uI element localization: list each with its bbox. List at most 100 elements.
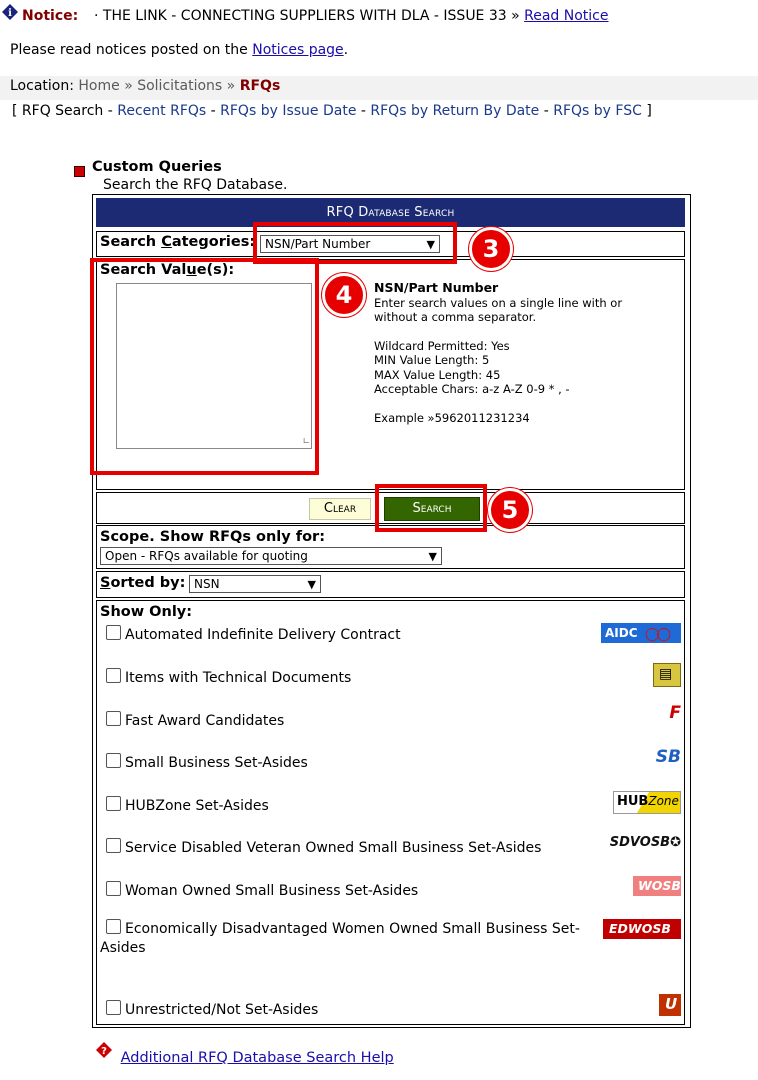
sorted-label-post: orted by: [110, 575, 186, 591]
subnav-dash: - [360, 103, 366, 119]
info-acceptable-chars: Acceptable Chars: a-z A-Z 0-9 * , - [374, 382, 570, 396]
info-diamond-icon: i [2, 4, 18, 20]
breadcrumb-separator: » [124, 78, 133, 94]
option-label: Woman Owned Small Business Set-Asides [125, 883, 419, 899]
breadcrumb-solicitations-link[interactable]: Solicitations [137, 78, 222, 94]
notice-message: · THE LINK - CONNECTING SUPPLIERS WITH D… [94, 8, 520, 24]
option-edwosb[interactable]: Economically Disadvantaged Women Owned S… [100, 919, 600, 958]
option-sdvosb[interactable]: Service Disabled Veteran Owned Small Bus… [106, 838, 541, 856]
subnav-by-return-date-link[interactable]: RFQs by Return By Date [370, 103, 539, 119]
callout-badge-3: 3 [469, 227, 513, 271]
edwosb-logo-icon: EDWOSB [603, 919, 681, 939]
wosb-checkbox[interactable] [106, 881, 121, 896]
document-glyph-icon: ▤ [659, 666, 673, 682]
edwosb-logo-text: EDWOSB [609, 921, 671, 936]
help-row: ? Additional RFQ Database Search Help [96, 1042, 394, 1066]
subnav-rfq-search: RFQ Search [21, 103, 104, 119]
option-hubzone[interactable]: HUBZone Set-Asides [106, 796, 269, 814]
aidc-logo-icon: AIDC ◯◯ [601, 623, 681, 643]
rings-icon: ◯◯ [645, 627, 671, 642]
scope-selected-value: Open - RFQs available for quoting [105, 549, 308, 563]
search-info: NSN/Part Number Enter search values on a… [374, 280, 622, 425]
option-label: Small Business Set-Asides [125, 755, 308, 771]
unrestricted-logo-icon: U [659, 994, 681, 1016]
technical-documents-checkbox[interactable] [106, 668, 121, 683]
breadcrumb-bar: Location: Home » Solicitations » RFQs [0, 76, 758, 100]
hubzone-logo-text: HUBZone [617, 794, 679, 809]
chevron-down-icon: ▼ [307, 578, 316, 591]
clear-button[interactable]: Clear [309, 498, 371, 520]
callout-badge-4: 4 [322, 273, 366, 317]
info-max-length: MAX Value Length: 45 [374, 367, 501, 382]
option-unrestricted[interactable]: Unrestricted/Not Set-Asides [106, 1000, 318, 1018]
sdvosb-logo-icon: SDVOSB✪ [610, 835, 681, 850]
chevron-down-icon: ▼ [428, 550, 437, 563]
sorted-by-row: Sorted by: NSN ▼ [96, 571, 685, 598]
show-only-section: Show Only: Automated Indefinite Delivery… [96, 600, 685, 1025]
subnav-recent-rfqs-link[interactable]: Recent RFQs [117, 103, 206, 119]
sorted-selected-value: NSN [194, 577, 220, 591]
option-small-business[interactable]: Small Business Set-Asides [106, 753, 308, 771]
breadcrumb-current: RFQs [239, 78, 281, 94]
sorted-by-label: Sorted by: [100, 575, 185, 591]
bullet-square-icon [74, 166, 85, 177]
wosb-logo-text: WOSB [638, 878, 681, 893]
sdvosb-checkbox[interactable] [106, 838, 121, 853]
scope-label: Scope. Show RFQs only for: [100, 529, 325, 545]
small-business-icon: SB [655, 747, 681, 767]
subnav-dash: - [210, 103, 216, 119]
search-help-link[interactable]: Additional RFQ Database Search Help [121, 1050, 394, 1066]
rfq-subnav: [ RFQ Search - Recent RFQs - RFQs by Iss… [12, 103, 652, 119]
info-example: Example »5962011231234 [374, 410, 530, 425]
unrestricted-checkbox[interactable] [106, 1000, 121, 1015]
notices-prefix: Please read notices posted on the [10, 42, 253, 58]
option-label: HUBZone Set-Asides [125, 798, 269, 814]
hubzone-checkbox[interactable] [106, 796, 121, 811]
star-circle-icon: ✪ [670, 835, 681, 850]
sorted-label-accesskey: S [100, 575, 111, 591]
option-aidc[interactable]: Automated Indefinite Delivery Contract [106, 625, 401, 643]
aidc-checkbox[interactable] [106, 625, 121, 640]
option-label: Service Disabled Veteran Owned Small Bus… [125, 840, 542, 856]
info-wildcard: Wildcard Permitted: Yes [374, 338, 510, 353]
show-only-label: Show Only: [100, 604, 193, 620]
option-label: Automated Indefinite Delivery Contract [125, 627, 401, 643]
unrestricted-logo-text: U [665, 995, 678, 1013]
notices-message: Please read notices posted on the Notice… [10, 42, 348, 58]
info-min-length: MIN Value Length: 5 [374, 353, 490, 367]
svg-text:i: i [8, 8, 12, 19]
option-technical-documents[interactable]: Items with Technical Documents [106, 668, 351, 686]
fast-award-checkbox[interactable] [106, 711, 121, 726]
option-wosb[interactable]: Woman Owned Small Business Set-Asides [106, 881, 418, 899]
subnav-by-fsc-link[interactable]: RFQs by FSC [553, 103, 642, 119]
sorted-by-select[interactable]: NSN ▼ [189, 575, 321, 593]
option-label: Economically Disadvantaged Women Owned S… [125, 921, 580, 937]
sdvosb-logo-text: SDVOSB [609, 835, 671, 850]
subnav-open-bracket: [ [12, 103, 18, 119]
hub-text: HUB [617, 794, 649, 809]
small-business-checkbox[interactable] [106, 753, 121, 768]
categories-label-post: ategories: [171, 234, 256, 250]
custom-queries-title: Custom Queries [92, 159, 222, 175]
notice-label: Notice: [22, 8, 79, 24]
read-notice-link[interactable]: Read Notice [524, 8, 608, 24]
breadcrumb-label: Location: [10, 78, 74, 94]
edwosb-checkbox[interactable] [106, 919, 121, 934]
info-line: without a comma separator. [374, 310, 537, 324]
subnav-dash: - [107, 103, 113, 119]
search-categories-label: Search Categories: [100, 234, 255, 250]
breadcrumb: Location: Home » Solicitations » RFQs [10, 78, 280, 94]
scope-select[interactable]: Open - RFQs available for quoting ▼ [100, 547, 442, 565]
callout-box-5 [375, 484, 487, 532]
subnav-by-issue-date-link[interactable]: RFQs by Issue Date [220, 103, 356, 119]
notices-suffix: . [343, 42, 349, 58]
aidc-logo-text: AIDC [605, 626, 638, 640]
categories-label-accesskey: C [161, 234, 172, 250]
custom-queries-subtitle: Search the RFQ Database. [103, 177, 288, 193]
option-fast-award[interactable]: Fast Award Candidates [106, 711, 284, 729]
categories-label-pre: Search [100, 234, 162, 250]
breadcrumb-home-link[interactable]: Home [78, 78, 119, 94]
notices-page-link[interactable]: Notices page [252, 42, 343, 58]
